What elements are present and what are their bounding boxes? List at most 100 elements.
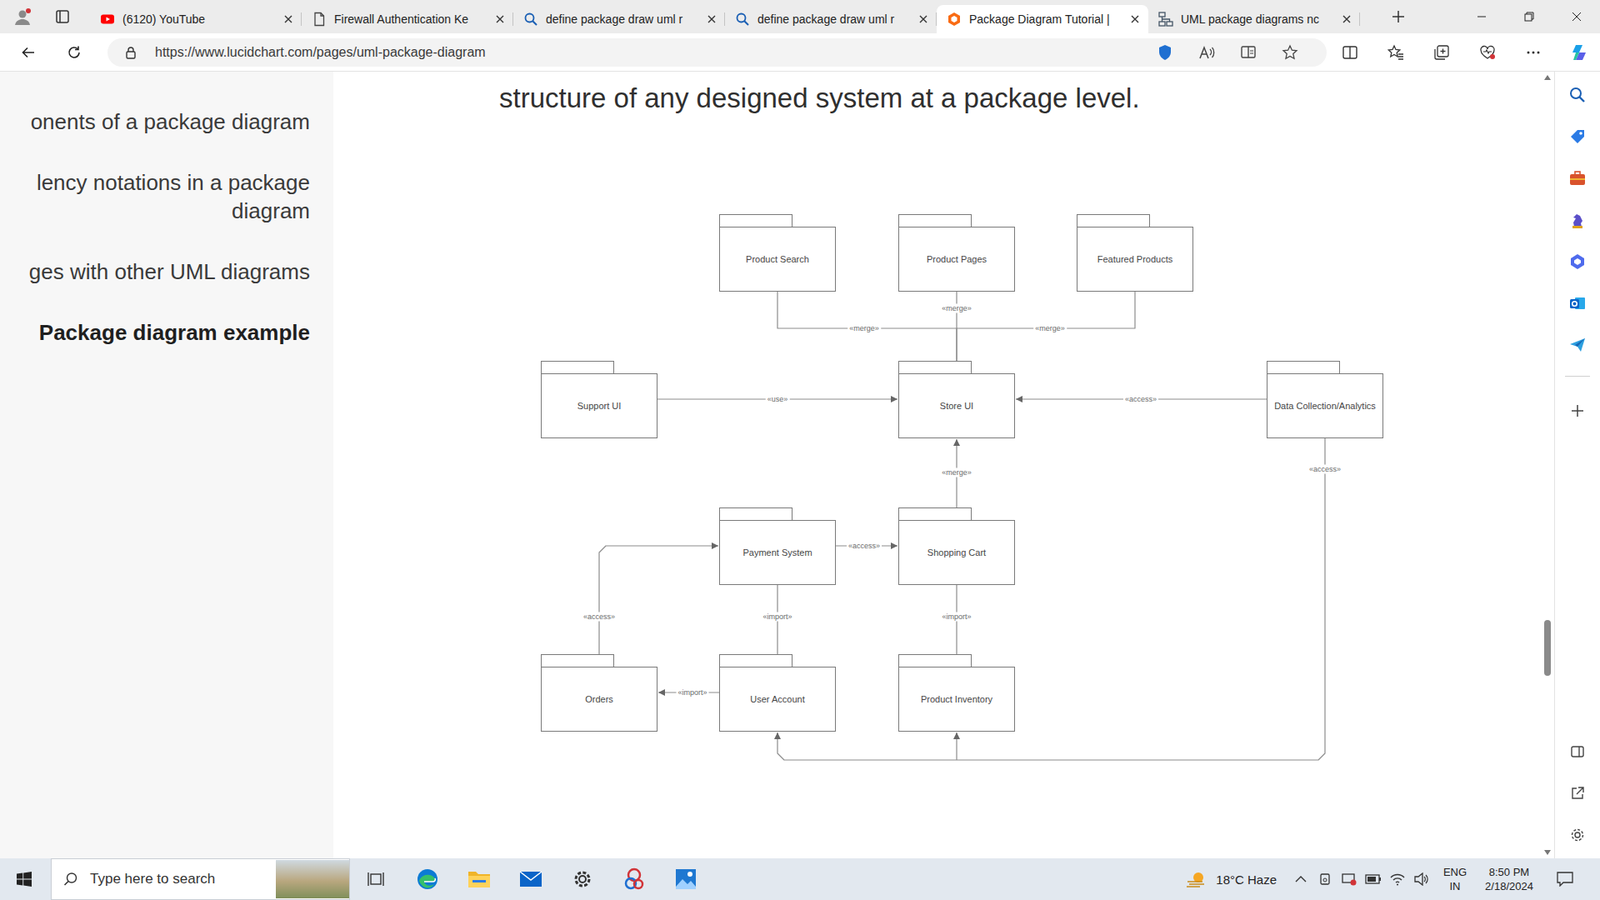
immersive-reader-button[interactable]	[1227, 40, 1270, 65]
browser-tab[interactable]: define package draw uml r	[725, 5, 937, 34]
dependency-line	[777, 438, 1325, 760]
page-scrollbar[interactable]	[1540, 71, 1555, 859]
tab-actions-button[interactable]	[45, 0, 80, 34]
package-node[interactable]: Data Collection/Analytics	[1266, 360, 1384, 439]
package-name: Support UI	[577, 400, 622, 412]
copilot-button[interactable]	[1555, 35, 1600, 70]
mail-button[interactable]	[505, 858, 557, 900]
toc-item[interactable]: Package diagram example	[0, 318, 310, 347]
package-node[interactable]: Product Inventory	[898, 654, 1015, 732]
dependency-label: «access»	[581, 612, 617, 622]
favorites-button[interactable]	[1372, 35, 1419, 70]
open-external-button[interactable]	[1556, 772, 1599, 815]
settings-button[interactable]	[556, 858, 609, 900]
sidebar-search-button[interactable]	[1556, 74, 1599, 116]
collections-button[interactable]	[1418, 35, 1465, 70]
search-highlight-picture[interactable]	[275, 860, 350, 899]
taskbar-search-field[interactable]: Type here to search	[50, 858, 350, 900]
chess-piece-icon	[1568, 210, 1587, 230]
package-node[interactable]: Product Pages	[898, 214, 1015, 292]
back-button[interactable]	[10, 37, 47, 68]
photos-button[interactable]	[660, 858, 712, 900]
package-node[interactable]: Store UI	[898, 360, 1015, 439]
reload-button[interactable]	[55, 37, 93, 68]
microsoft-365-button[interactable]	[1556, 240, 1599, 283]
package-node[interactable]: Shopping Cart	[898, 507, 1015, 585]
pinned-app-button[interactable]	[608, 858, 660, 900]
close-icon[interactable]	[1130, 14, 1140, 25]
wifi-icon	[1390, 872, 1405, 886]
scroll-up-icon[interactable]	[1544, 75, 1551, 80]
more-button[interactable]	[1510, 35, 1556, 70]
scroll-thumb[interactable]	[1544, 620, 1551, 676]
shopping-button[interactable]	[1556, 115, 1599, 158]
profile-button[interactable]	[0, 0, 45, 34]
dependency-label: «use»	[765, 395, 790, 405]
input-language[interactable]: ENGIN	[1436, 865, 1474, 894]
task-view-button[interactable]	[350, 858, 402, 900]
hide-sidebar-button[interactable]	[1556, 730, 1599, 773]
file-explorer-button[interactable]	[453, 858, 505, 900]
package-node[interactable]: Product Search	[719, 214, 836, 292]
gear-icon	[571, 868, 594, 890]
package-node[interactable]: Payment System	[719, 507, 836, 585]
restore-button[interactable]	[1505, 0, 1553, 34]
start-button[interactable]	[0, 858, 49, 900]
minimize-button[interactable]	[1457, 0, 1505, 34]
package-node[interactable]: Featured Products	[1076, 214, 1194, 292]
new-tab-button[interactable]	[1380, 0, 1417, 34]
games-button[interactable]	[1556, 199, 1599, 241]
browser-tab[interactable]: UML package diagrams nc	[1148, 5, 1360, 34]
address-bar: https://www.lucidchart.com/pages/uml-pac…	[0, 33, 1600, 72]
toc-item[interactable]: onents of a package diagram	[0, 107, 310, 136]
toc-item[interactable]: lency notations in a package diagram	[0, 168, 310, 225]
close-button[interactable]	[1552, 0, 1600, 34]
toc-item[interactable]: ges with other UML diagrams	[0, 257, 310, 286]
close-icon[interactable]	[706, 14, 717, 25]
shield-icon	[1156, 44, 1174, 61]
browser-tab[interactable]: (6120) YouTube	[90, 5, 302, 34]
weather-widget[interactable]: 18°C Haze	[1179, 870, 1289, 889]
sidebar-settings-button[interactable]	[1556, 814, 1599, 856]
browser-tab[interactable]: define package draw uml r	[513, 5, 725, 34]
tools-button[interactable]	[1556, 157, 1599, 200]
add-sidebar-app-button[interactable]	[1556, 390, 1599, 432]
read-aloud-button[interactable]	[1185, 40, 1228, 65]
volume-button[interactable]	[1409, 862, 1434, 896]
scroll-down-icon[interactable]	[1544, 850, 1551, 855]
package-node[interactable]: User Account	[719, 654, 836, 732]
package-tab	[898, 507, 972, 520]
outlook-button[interactable]	[1556, 282, 1599, 325]
app-tray-button[interactable]	[1336, 862, 1361, 896]
package-name: Data Collection/Analytics	[1274, 400, 1376, 412]
mail-icon	[519, 870, 543, 889]
browser-tab[interactable]: Firewall Authentication Ke	[301, 5, 514, 34]
notifications-button[interactable]	[1545, 858, 1585, 900]
device-icon	[1318, 872, 1332, 886]
battery-button[interactable]	[1360, 862, 1385, 896]
package-diagram: Product Search Product Pages Featured Prod…	[499, 200, 1400, 784]
split-screen-button[interactable]	[1326, 35, 1373, 70]
taskbar: Type here to search 18°C Haze ENGIN8:50 PM…	[0, 858, 1600, 900]
tab-actions-icon	[55, 9, 70, 25]
url-field[interactable]: https://www.lucidchart.com/pages/uml-pac…	[107, 38, 1327, 67]
close-icon[interactable]	[918, 14, 929, 25]
favorite-button[interactable]	[1269, 40, 1311, 65]
network-button[interactable]	[1385, 862, 1410, 896]
close-icon[interactable]	[1341, 14, 1352, 25]
browser-essentials-button[interactable]	[1464, 35, 1510, 70]
close-icon[interactable]	[495, 14, 505, 25]
close-icon[interactable]	[283, 14, 294, 25]
package-tab	[898, 360, 972, 374]
browser-tab[interactable]: Package Diagram Tutorial |	[936, 5, 1149, 34]
device-button[interactable]	[1312, 862, 1337, 896]
package-tab	[540, 654, 615, 667]
drop-button[interactable]	[1556, 324, 1599, 366]
show-hidden-icons-button[interactable]	[1288, 862, 1313, 896]
package-node[interactable]: Orders	[540, 654, 658, 732]
edge-app-button[interactable]	[401, 858, 454, 900]
clock[interactable]: 8:50 PM2/18/2024	[1473, 865, 1545, 894]
tab-title: Firewall Authentication Ke	[334, 12, 488, 26]
shield-button[interactable]	[1144, 40, 1186, 65]
package-node[interactable]: Support UI	[540, 360, 658, 439]
